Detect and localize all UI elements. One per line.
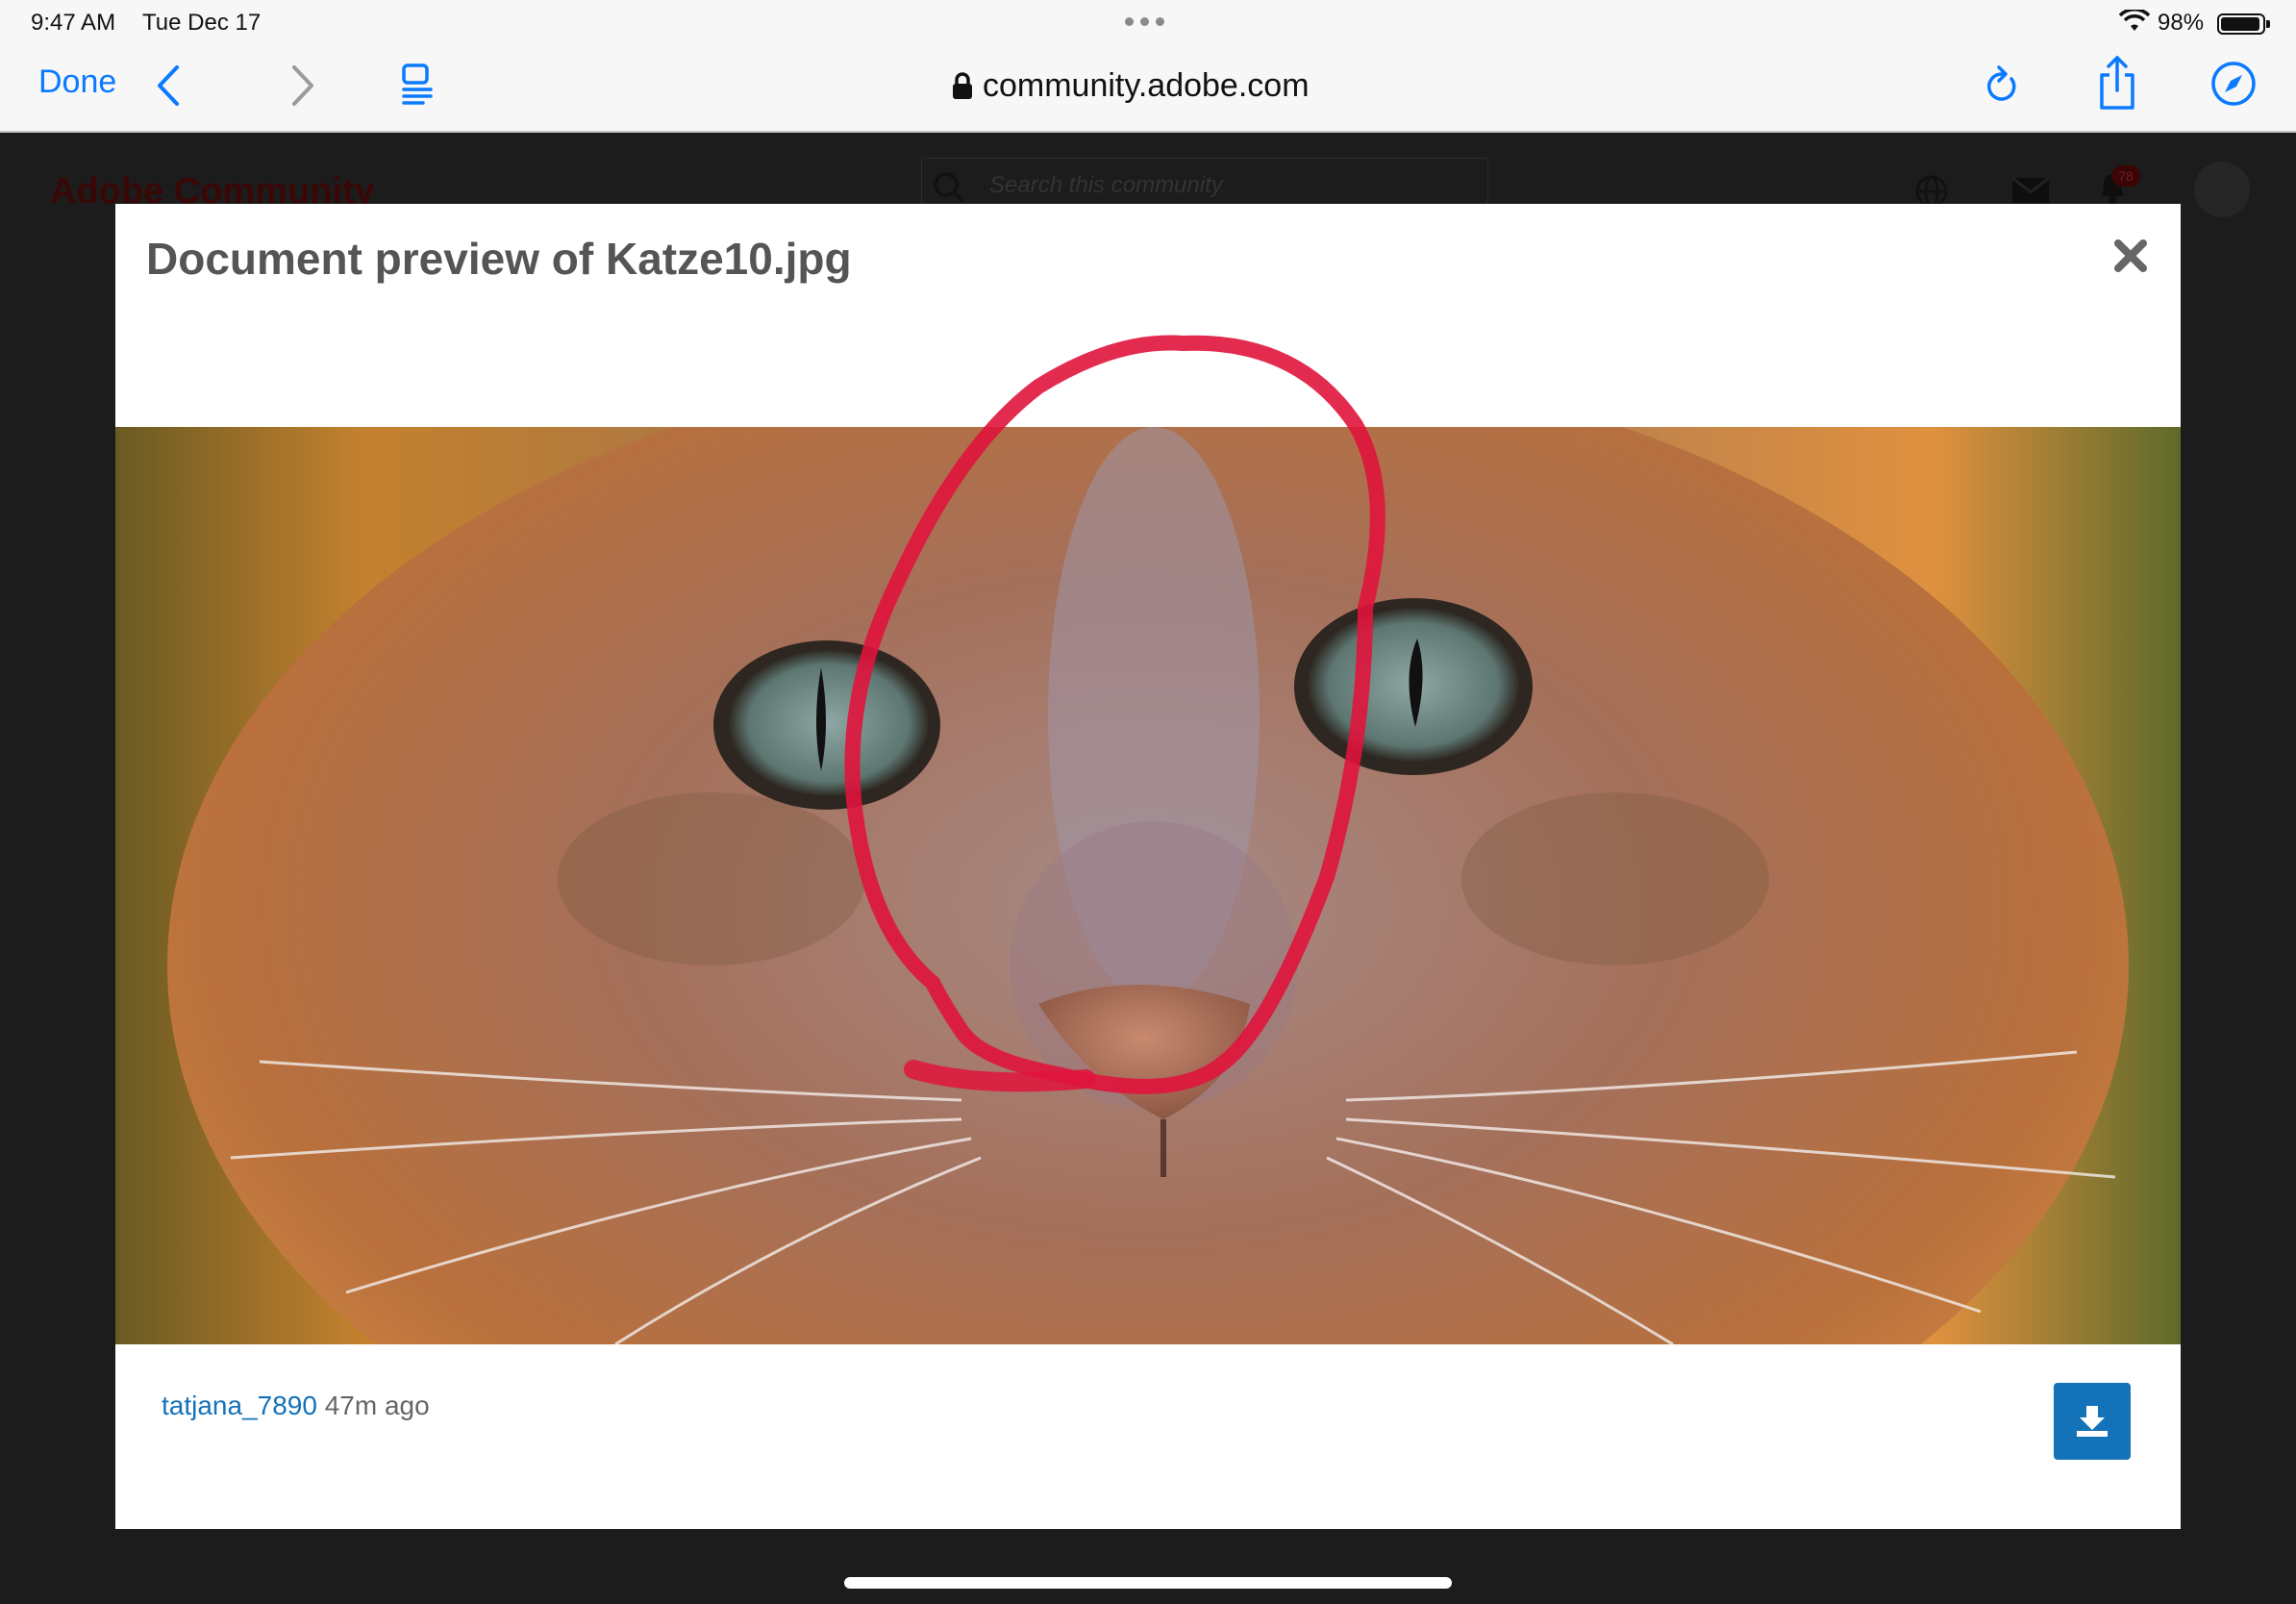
status-time: 9:47 AM (31, 10, 116, 36)
status-date: Tue Dec 17 (142, 10, 262, 36)
compass-icon[interactable] (2209, 60, 2258, 113)
modal-title: Document preview of Katze10.jpg (146, 234, 852, 284)
download-icon (2077, 1406, 2108, 1437)
done-button[interactable]: Done (38, 63, 116, 101)
forward-icon[interactable] (288, 62, 317, 114)
wifi-icon (2118, 8, 2151, 39)
battery-icon (2217, 13, 2270, 35)
avatar (2194, 162, 2250, 217)
url-text: community.adobe.com (983, 66, 1310, 104)
reload-icon[interactable] (1983, 62, 2021, 114)
lock-icon (952, 71, 973, 100)
cat-image-preview (115, 427, 2181, 1344)
attachment-meta: tatjana_7890 47m ago (162, 1391, 430, 1421)
status-bar: 9:47 AM Tue Dec 17 98% (0, 0, 2296, 44)
multitasking-dots-icon[interactable] (1125, 17, 1164, 26)
share-icon[interactable] (2096, 54, 2138, 116)
close-icon[interactable] (2113, 238, 2148, 278)
document-preview-modal: Document preview of Katze10.jpg tatjana_… (115, 204, 2181, 1529)
battery-percent: 98% (2158, 10, 2205, 36)
address-bar[interactable]: community.adobe.com (952, 62, 1375, 110)
bookmarks-icon[interactable] (400, 63, 435, 111)
notification-count-badge: 78 (2111, 165, 2140, 187)
browser-toolbar: Done community.adobe.com (0, 44, 2296, 133)
back-icon[interactable] (154, 62, 183, 114)
time-ago: 47m ago (324, 1391, 430, 1420)
home-indicator[interactable] (844, 1577, 1452, 1589)
author-link[interactable]: tatjana_7890 (162, 1391, 317, 1420)
download-button[interactable] (2054, 1383, 2131, 1460)
